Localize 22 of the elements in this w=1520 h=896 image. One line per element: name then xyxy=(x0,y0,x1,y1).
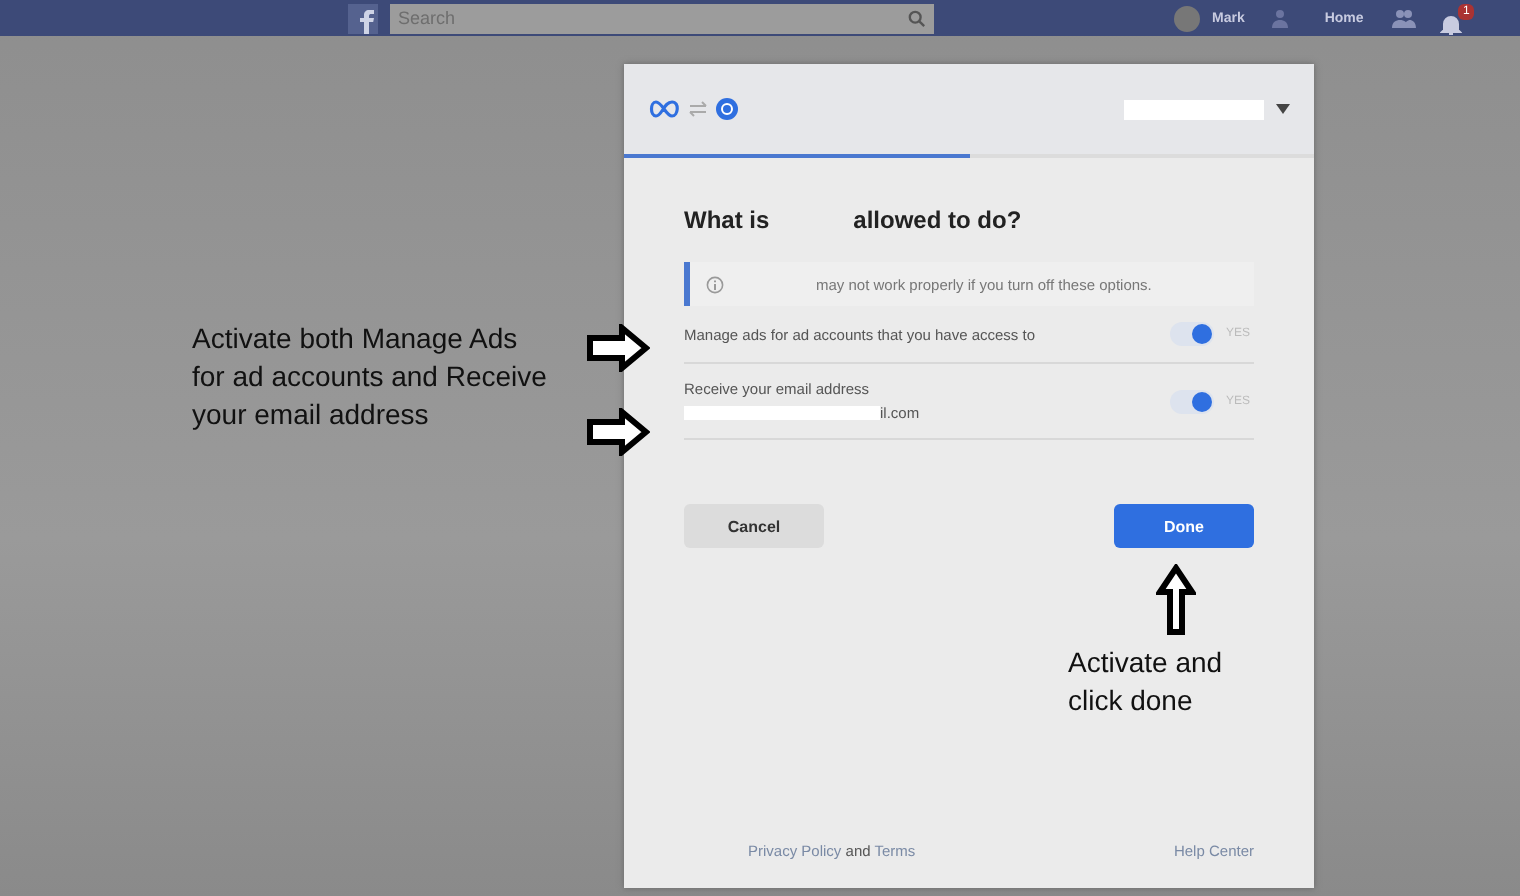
annotation-text: Activate both Manage Ads for ad accounts and Receive your email address xyxy=(192,320,549,434)
search-icon[interactable] xyxy=(908,9,926,27)
right-arrow-icon xyxy=(586,408,650,456)
annotation-text: Activate and click done xyxy=(1068,644,1225,720)
app-logo-icon xyxy=(716,98,738,120)
infinity-logo-icon xyxy=(648,100,680,118)
cancel-button[interactable]: Cancel xyxy=(684,504,824,548)
toggle-switch[interactable] xyxy=(1170,322,1214,346)
friends-icon[interactable] xyxy=(1391,8,1416,28)
redacted-block xyxy=(1124,99,1264,119)
up-arrow-icon xyxy=(1156,564,1196,636)
done-button[interactable]: Done xyxy=(1114,504,1254,548)
dropdown-caret-icon[interactable] xyxy=(1276,104,1290,114)
toggle-switch[interactable] xyxy=(1170,389,1214,413)
info-icon xyxy=(706,275,724,293)
right-arrow-icon xyxy=(586,324,650,372)
heading-text: What is xyxy=(684,206,770,234)
avatar-icon[interactable] xyxy=(1174,5,1200,31)
heading-text: allowed to do? xyxy=(853,206,1022,234)
logo-icon[interactable] xyxy=(348,3,378,33)
bell-icon[interactable] xyxy=(1439,14,1462,36)
swap-icon xyxy=(688,100,708,118)
